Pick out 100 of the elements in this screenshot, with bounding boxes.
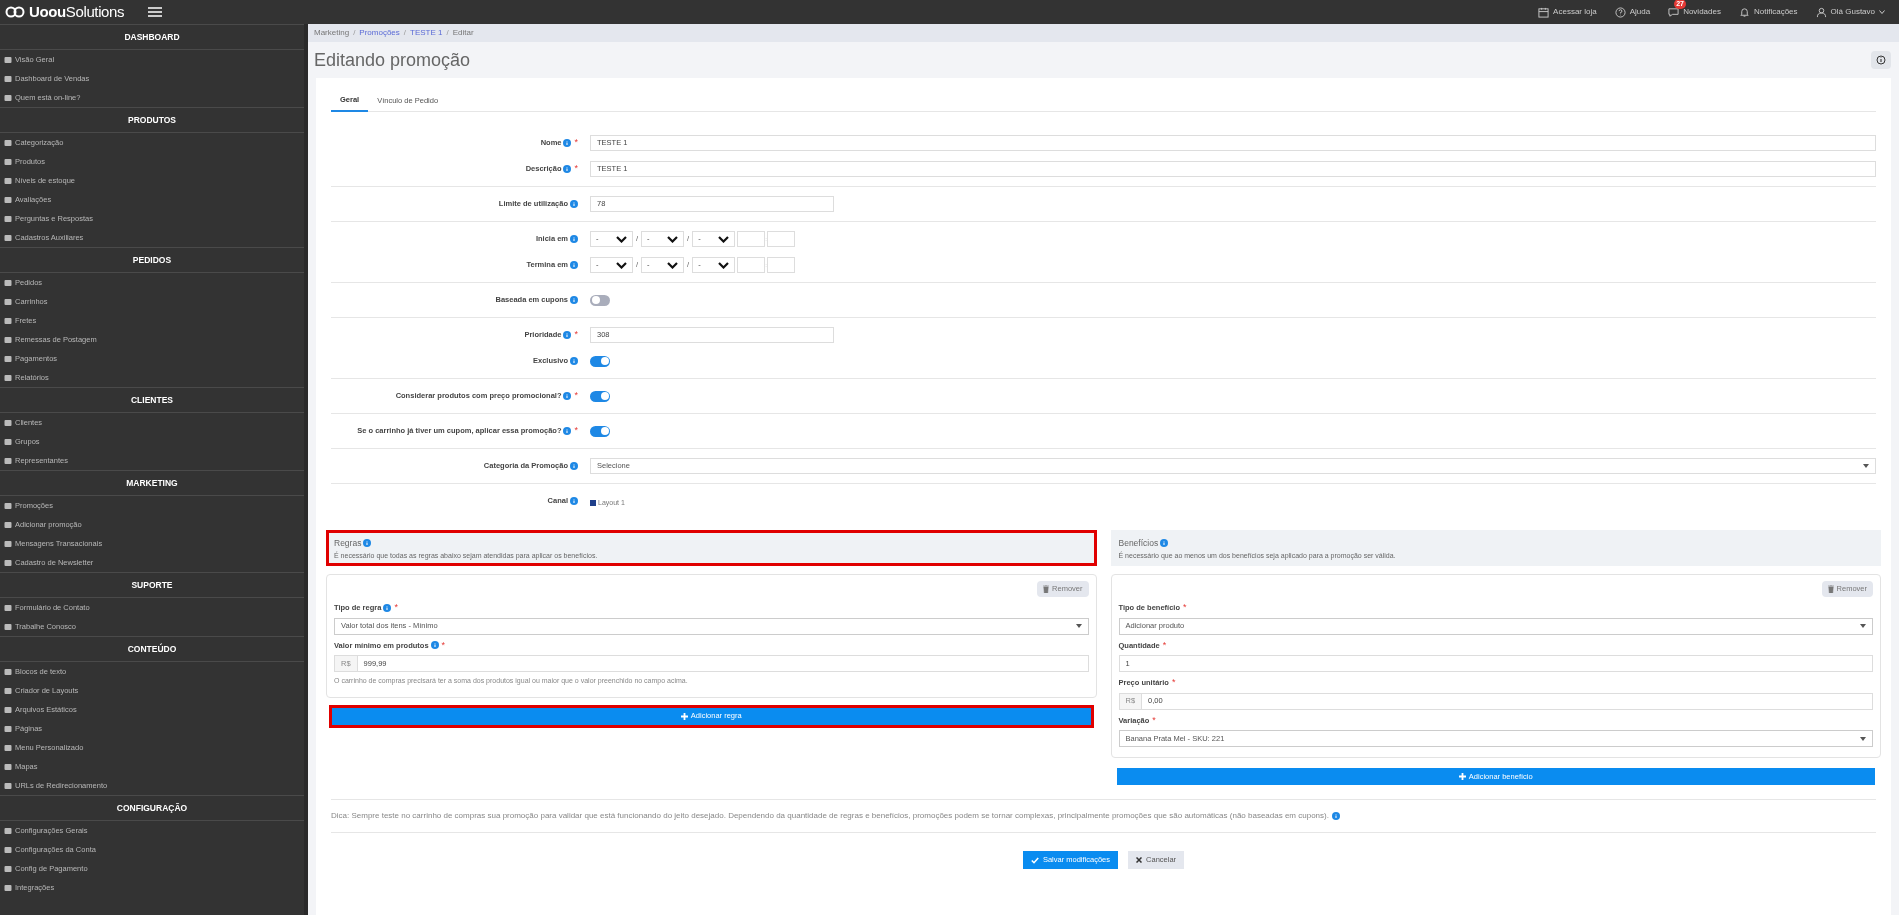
trash-icon [1827, 585, 1834, 593]
info-icon [570, 200, 578, 208]
square-icon [4, 195, 12, 204]
info-icon [563, 165, 572, 173]
square-icon [4, 74, 12, 83]
info-button[interactable] [1871, 51, 1891, 69]
menu-icon[interactable] [148, 7, 163, 17]
logo-text: UoouSolutions [29, 1, 125, 22]
close-icon [1136, 857, 1143, 863]
breadcrumb-separator: / [353, 27, 356, 39]
sidebar-heading: PEDIDOS [132, 253, 172, 267]
square-icon [4, 93, 12, 102]
chevron-icon [616, 235, 627, 243]
square-icon [4, 845, 12, 854]
bell-icon [1738, 6, 1750, 18]
required-mark: * [1171, 676, 1176, 689]
topbar-link[interactable]: Novidades [1668, 6, 1721, 18]
time-field[interactable] [766, 257, 795, 273]
required-mark: * [574, 424, 578, 438]
topbar-link[interactable]: Notificações [1738, 6, 1798, 18]
trash-icon [1043, 585, 1050, 593]
required-mark: * [574, 389, 578, 403]
sidebar-heading: CLIENTES [131, 393, 173, 407]
panel-title: Regras [334, 537, 362, 550]
required-mark: * [1183, 601, 1187, 614]
square-icon [4, 686, 12, 695]
info-icon [570, 235, 578, 243]
info-icon [570, 261, 578, 269]
topbar-link[interactable]: Ajuda [1614, 6, 1651, 18]
square-icon [4, 622, 12, 631]
square-icon [4, 864, 12, 873]
required-mark: * [574, 328, 578, 342]
square-icon [4, 316, 12, 325]
square-icon [4, 603, 12, 612]
caret-icon [1860, 624, 1866, 628]
square-icon [4, 539, 12, 548]
square-icon [4, 138, 12, 147]
toggle-switch[interactable] [590, 355, 610, 367]
square-icon [4, 278, 12, 287]
sidebar-heading: MARKETING [126, 476, 178, 490]
square-icon [4, 418, 12, 427]
square-icon [4, 667, 12, 676]
help-icon [1614, 6, 1626, 18]
square-icon [4, 157, 12, 166]
square-icon [4, 705, 12, 714]
required-mark: * [574, 162, 578, 176]
square-icon [4, 456, 12, 465]
chevron-icon [718, 235, 730, 243]
required-mark: * [1162, 638, 1167, 652]
square-icon [4, 297, 12, 306]
info-icon [570, 462, 578, 470]
breadcrumb-link[interactable]: Promoções [359, 27, 400, 39]
square-icon [4, 781, 12, 790]
info-icon [570, 296, 578, 304]
info-icon [1876, 55, 1886, 65]
chevron-icon [718, 261, 730, 269]
plus-icon [680, 712, 688, 720]
info-icon [563, 139, 572, 147]
info-icon [563, 392, 572, 400]
time-field[interactable] [766, 231, 795, 247]
info-icon [570, 497, 578, 505]
square-icon [4, 826, 12, 835]
square-icon [4, 437, 12, 446]
square-icon [4, 335, 12, 344]
caret-icon [1860, 736, 1866, 741]
square-icon [4, 55, 12, 64]
time-field[interactable] [737, 257, 766, 273]
square-icon [4, 354, 12, 363]
info-icon [1160, 539, 1169, 548]
caret-icon [1879, 10, 1885, 14]
topbar-link[interactable]: Olá Gustavo [1815, 6, 1885, 18]
info-icon [563, 427, 572, 435]
speech-bubble-icon [1668, 6, 1680, 18]
square-icon [4, 743, 12, 752]
toggle-switch[interactable] [590, 390, 610, 402]
required-mark: * [441, 638, 446, 652]
plus-icon [1458, 773, 1466, 780]
calendar-icon [1538, 6, 1550, 18]
breadcrumb-link[interactable]: TESTE 1 [410, 27, 443, 39]
toggle-switch[interactable] [590, 425, 610, 437]
square-icon [4, 520, 12, 529]
breadcrumb-item: Editar [452, 27, 474, 39]
tip-text: Dica: Sempre teste no carrinho de compras sua promoção para validar que está funcionando do jeito desejado. Dependendo da quantidade de regras e benefícios, promoções podem se tornar complexas, principalmente promoções que são automáticas (não baseadas em cupons). [331, 810, 1329, 822]
required-mark: * [1152, 713, 1156, 727]
sidebar-heading: SUPORTE [131, 578, 173, 592]
check-icon [1030, 856, 1039, 864]
checkbox[interactable] [590, 500, 596, 506]
square-icon [4, 176, 12, 185]
required-mark: * [394, 601, 398, 614]
sidebar-heading: DASHBOARD [124, 30, 180, 44]
breadcrumb-item: Marketing [314, 27, 350, 39]
info-icon [1331, 812, 1340, 820]
square-icon [4, 558, 12, 567]
toggle-switch[interactable] [590, 294, 610, 306]
time-field[interactable] [737, 231, 766, 247]
topbar-link[interactable]: Acessar loja [1538, 6, 1597, 18]
user-icon [1815, 6, 1827, 18]
required-mark: * [574, 136, 578, 150]
info-icon [363, 539, 372, 548]
sidebar-heading: CONFIGURAÇÃO [116, 801, 188, 815]
